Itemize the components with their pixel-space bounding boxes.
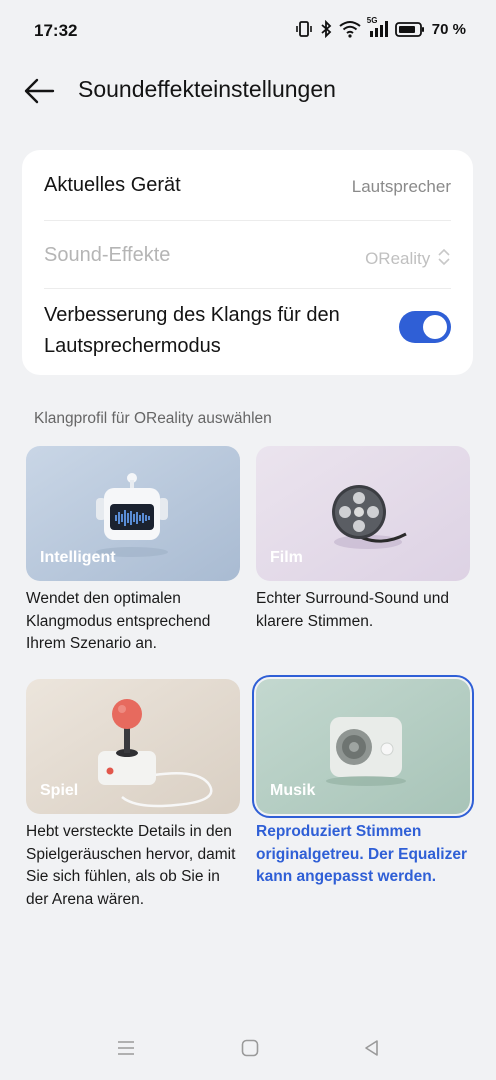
profile-film-name: Film <box>270 549 303 566</box>
profile-spiel-name: Spiel <box>40 782 79 799</box>
status-icons: 5G 70 % <box>295 16 466 38</box>
enhancement-label: Verbesserung des Klangs für den Lautspre… <box>44 304 340 357</box>
profile-musik-image: Musik <box>252 675 474 818</box>
current-device-label: Aktuelles Gerät <box>44 174 181 196</box>
arrow-left-icon <box>22 78 56 110</box>
profile-intelligent-name: Intelligent <box>40 549 116 566</box>
enhancement-toggle[interactable] <box>399 311 451 343</box>
battery-percent: 70 % <box>431 20 466 38</box>
profile-musik[interactable]: Musik Reproduziert Stimmen originalgetre… <box>252 675 474 889</box>
back-button[interactable] <box>22 76 56 106</box>
system-nav-bar <box>0 1030 496 1070</box>
sound-effects-row[interactable]: Sound-Effekte OReality <box>44 220 451 289</box>
status-bar: 17:32 5G 70 % <box>0 0 496 62</box>
current-device-value: Lautsprecher <box>351 177 451 196</box>
profile-film-description: Echter Surround-Sound und klarere Stimme… <box>256 590 450 630</box>
chevron-up-down-icon <box>437 247 451 272</box>
sound-effects-value-text: OReality <box>365 248 431 268</box>
toggle-knob <box>423 315 447 339</box>
signal-icon: 5G <box>367 16 388 38</box>
sound-effects-value: OReality <box>365 247 451 272</box>
network-type-label: 5G <box>366 16 378 25</box>
profile-section-header: Klangprofil für OReality auswählen <box>34 410 272 427</box>
profile-film-image: Film <box>256 446 470 581</box>
menu-icon[interactable] <box>116 1038 136 1063</box>
profile-spiel-image: Spiel <box>26 679 240 814</box>
page-title: Soundeffekteinstellungen <box>78 76 336 102</box>
wifi-icon <box>339 20 361 38</box>
profile-intelligent-description: Wendet den optimalen Klangmodus entsprec… <box>26 590 211 652</box>
profile-film[interactable]: Film Echter Surround-Sound und klarere S… <box>256 446 470 633</box>
enhancement-row: Verbesserung des Klangs für den Lautspre… <box>44 288 451 375</box>
sound-effects-label: Sound-Effekte <box>44 244 171 266</box>
header: Soundeffekteinstellungen <box>0 62 496 122</box>
settings-card: Aktuelles Gerät Lautsprecher Sound-Effek… <box>22 150 473 375</box>
back-triangle-icon[interactable] <box>362 1038 382 1063</box>
profile-spiel[interactable]: Spiel Hebt versteckte Details in den Spi… <box>26 679 240 911</box>
status-time: 17:32 <box>34 21 78 40</box>
bluetooth-icon <box>320 20 332 38</box>
profile-spiel-description: Hebt versteckte Details in den Spielgerä… <box>26 823 236 908</box>
current-device-row[interactable]: Aktuelles Gerät Lautsprecher <box>44 150 451 221</box>
profile-musik-name: Musik <box>270 782 316 799</box>
vibrate-icon <box>295 20 313 38</box>
profile-musik-description: Reproduziert Stimmen originalgetreu. Der… <box>256 823 468 885</box>
home-icon[interactable] <box>240 1038 260 1063</box>
profile-intelligent-image: Intelligent <box>26 446 240 581</box>
battery-icon <box>394 20 425 38</box>
profile-intelligent[interactable]: Intelligent Wendet den optimalen Klangmo… <box>26 446 240 656</box>
